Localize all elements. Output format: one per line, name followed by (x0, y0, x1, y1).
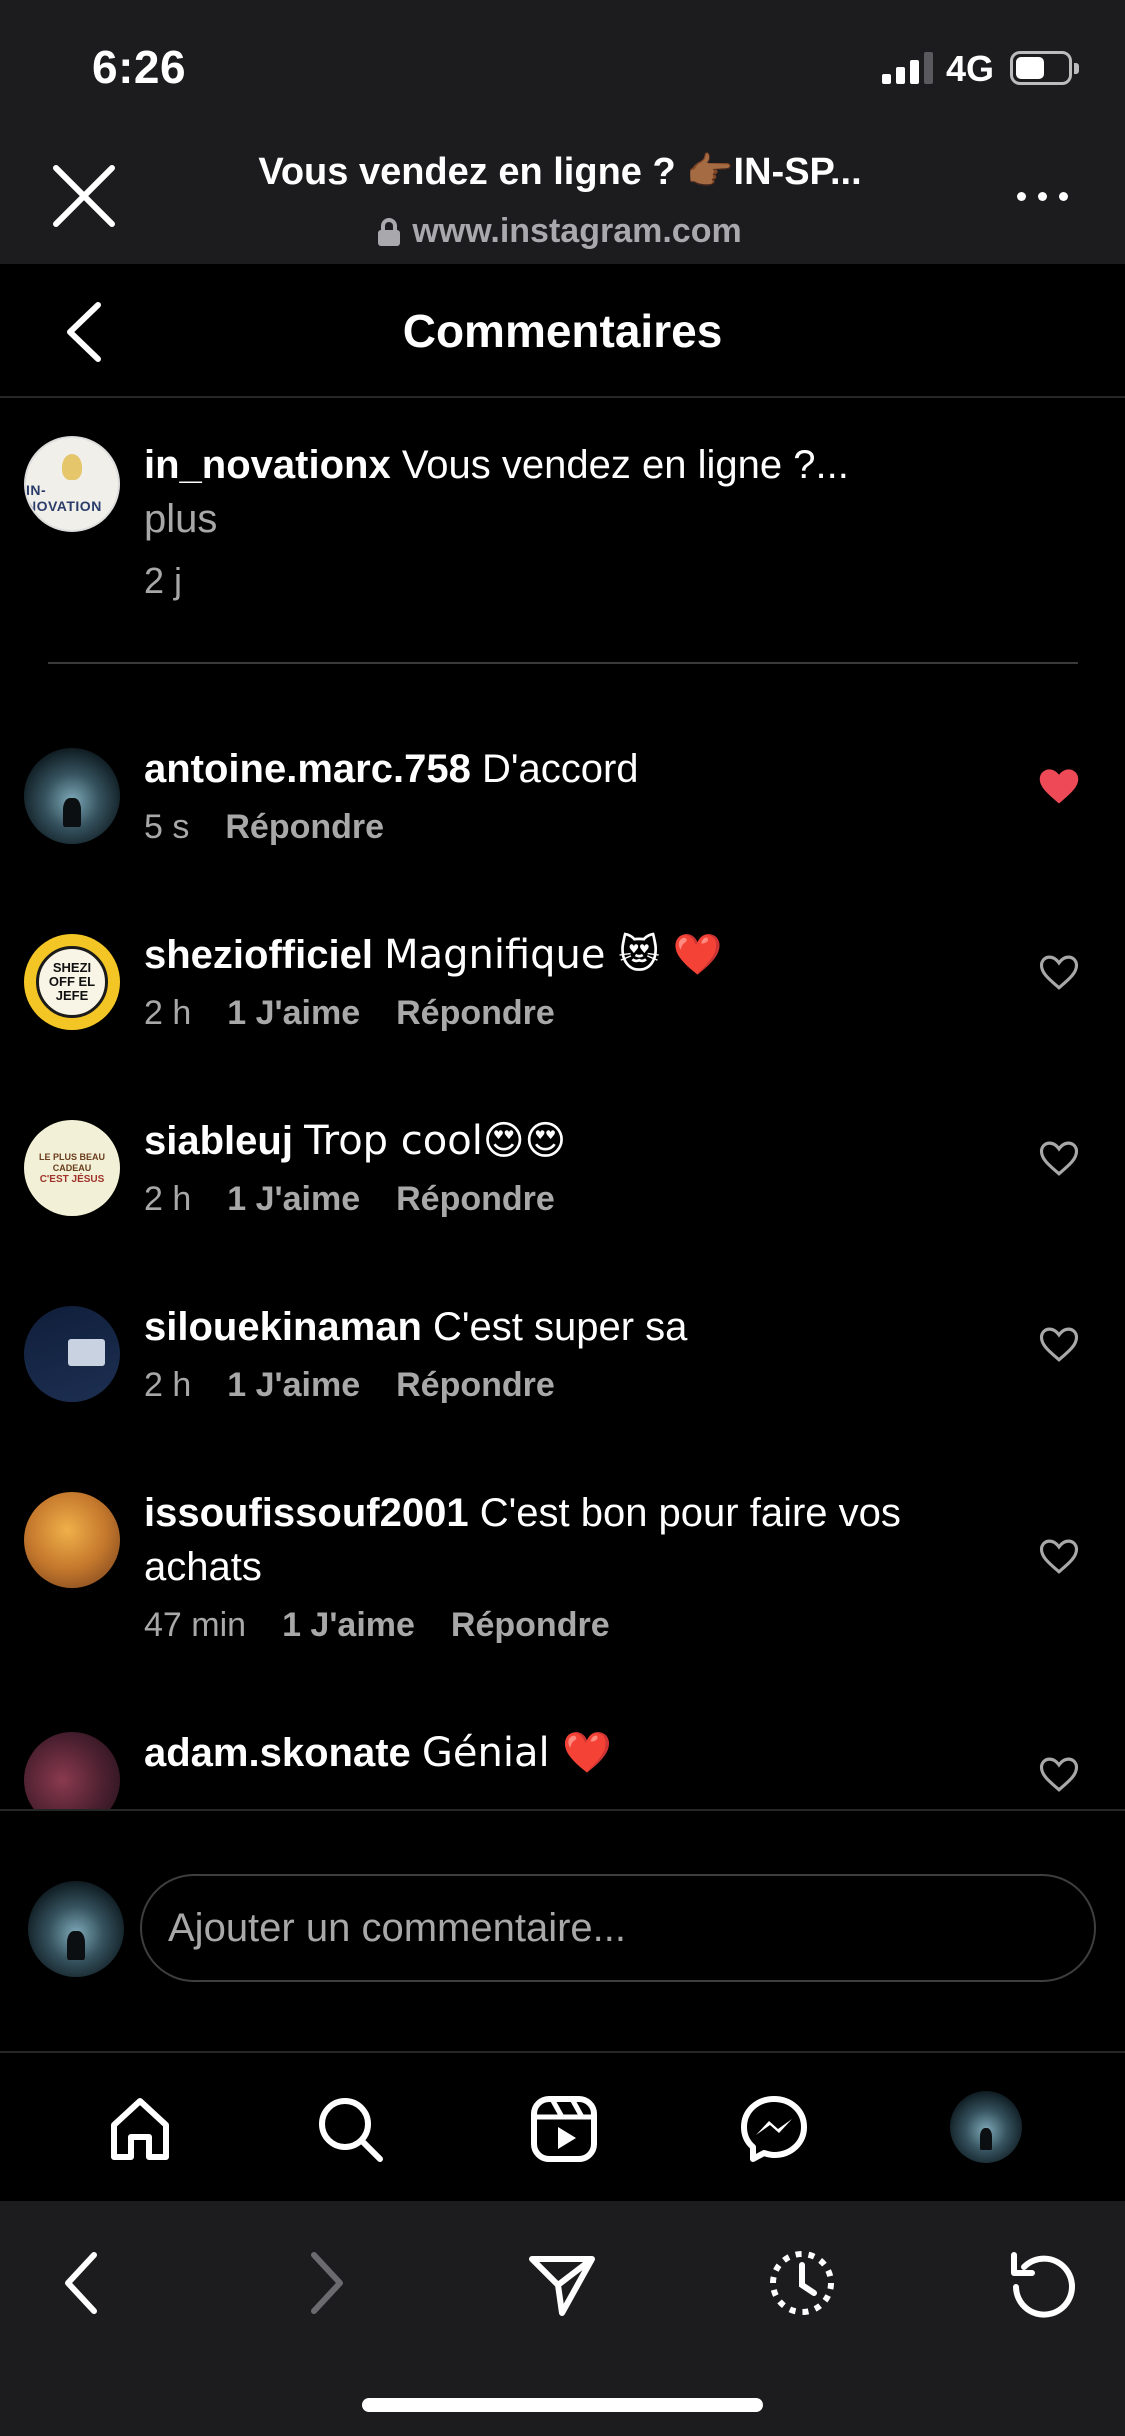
page-title: Commentaires (402, 305, 723, 357)
comment-time: 47 min (144, 1606, 247, 1644)
heart-outline-icon[interactable] (1038, 1324, 1080, 1364)
comment-text: Génial ❤️ (421, 1730, 613, 1776)
likes-count[interactable]: 1 J'aime (227, 1366, 360, 1405)
heart-outline-icon[interactable] (1038, 1536, 1080, 1576)
comment-username[interactable]: sheziofficiel (144, 933, 373, 977)
avatar[interactable] (24, 1492, 120, 1588)
back-arrow-icon[interactable] (48, 2247, 120, 2319)
reply-button[interactable]: Répondre (451, 1606, 610, 1645)
avatar[interactable]: SHEZI OFF EL JEFE (24, 934, 120, 1030)
comment-text: C'est super sa (433, 1305, 688, 1349)
history-icon[interactable] (766, 2247, 838, 2319)
comment-time: 2 h (144, 1180, 192, 1218)
reload-icon[interactable] (1004, 2247, 1076, 2319)
comment-username[interactable]: silouekinaman (144, 1305, 422, 1349)
messenger-icon[interactable] (738, 2093, 810, 2165)
close-icon[interactable] (48, 160, 120, 232)
caption-text: Vous vendez en ligne ?... (401, 443, 849, 487)
browser-chrome: 6:26 4G Vous vendez en ligne ? 👉🏾IN-SP..… (0, 0, 1125, 264)
likes-count[interactable]: 1 J'aime (282, 1606, 415, 1645)
likes-count[interactable]: 1 J'aime (227, 1180, 360, 1219)
reply-button[interactable]: Répondre (225, 808, 384, 847)
caption-more-link[interactable]: plus (144, 492, 1044, 546)
browser-title: Vous vendez en ligne ? 👉🏾IN-SP... (258, 151, 862, 193)
divider (48, 662, 1078, 664)
comment-text: Magnifique 😻 ❤️ (384, 932, 723, 978)
search-icon[interactable] (314, 2093, 386, 2165)
bottom-tab-bar (0, 2055, 1125, 2201)
reply-button[interactable]: Répondre (396, 1366, 555, 1405)
more-options-icon[interactable] (1012, 184, 1072, 208)
reply-button[interactable]: Répondre (396, 1180, 555, 1219)
heart-outline-icon[interactable] (1038, 952, 1080, 992)
comment-time: 2 h (144, 994, 192, 1032)
comments-list[interactable]: antoine.marc.758 D'accord 5 s Répondre S… (0, 666, 1125, 1809)
battery-icon (1010, 51, 1079, 85)
network-label: 4G (946, 48, 995, 89)
home-icon[interactable] (104, 2093, 176, 2165)
avatar[interactable] (24, 1306, 120, 1402)
lock-icon (378, 217, 401, 246)
heart-filled-icon[interactable] (1038, 766, 1080, 806)
avatar (28, 1881, 124, 1977)
browser-url[interactable]: www.instagram.com (190, 212, 930, 251)
comment-time: 2 h (144, 1366, 192, 1404)
reply-button[interactable]: Répondre (396, 994, 555, 1033)
profile-avatar[interactable] (950, 2091, 1022, 2163)
caption-username[interactable]: in_novationx (144, 443, 391, 487)
forward-arrow-icon[interactable] (288, 2247, 360, 2319)
comment-text: Trop cool😍😍 (304, 1118, 567, 1164)
comment-username[interactable]: siableuj (144, 1119, 293, 1163)
heart-outline-icon[interactable] (1038, 1754, 1080, 1794)
share-icon[interactable] (526, 2247, 598, 2319)
signal-icon (882, 52, 934, 84)
comment-username[interactable]: issoufissouf2001 (144, 1491, 469, 1535)
add-comment-bar (0, 1809, 1125, 2053)
comment-text: D'accord (481, 747, 639, 791)
avatar[interactable]: IN-NOVATION (24, 436, 120, 532)
post-caption: IN-NOVATION in_novationx Vous vendez en … (0, 400, 1125, 666)
heart-outline-icon[interactable] (1038, 1138, 1080, 1178)
likes-count[interactable]: 1 J'aime (227, 994, 360, 1033)
url-text: www.instagram.com (412, 212, 742, 250)
reels-icon[interactable] (528, 2093, 600, 2165)
avatar[interactable]: LE PLUS BEAU CADEAU C'EST JÉSUS (24, 1120, 120, 1216)
caption-timestamp: 2 j (144, 560, 183, 601)
comments-header: Commentaires (0, 264, 1125, 398)
avatar[interactable] (24, 1732, 120, 1809)
home-indicator (362, 2398, 763, 2412)
comment-username[interactable]: adam.skonate (144, 1731, 411, 1775)
status-time: 6:26 (92, 41, 187, 93)
comment-input[interactable] (140, 1874, 1096, 1982)
comment-time: 5 s (144, 808, 190, 846)
avatar[interactable] (24, 748, 120, 844)
comment-username[interactable]: antoine.marc.758 (144, 747, 471, 791)
